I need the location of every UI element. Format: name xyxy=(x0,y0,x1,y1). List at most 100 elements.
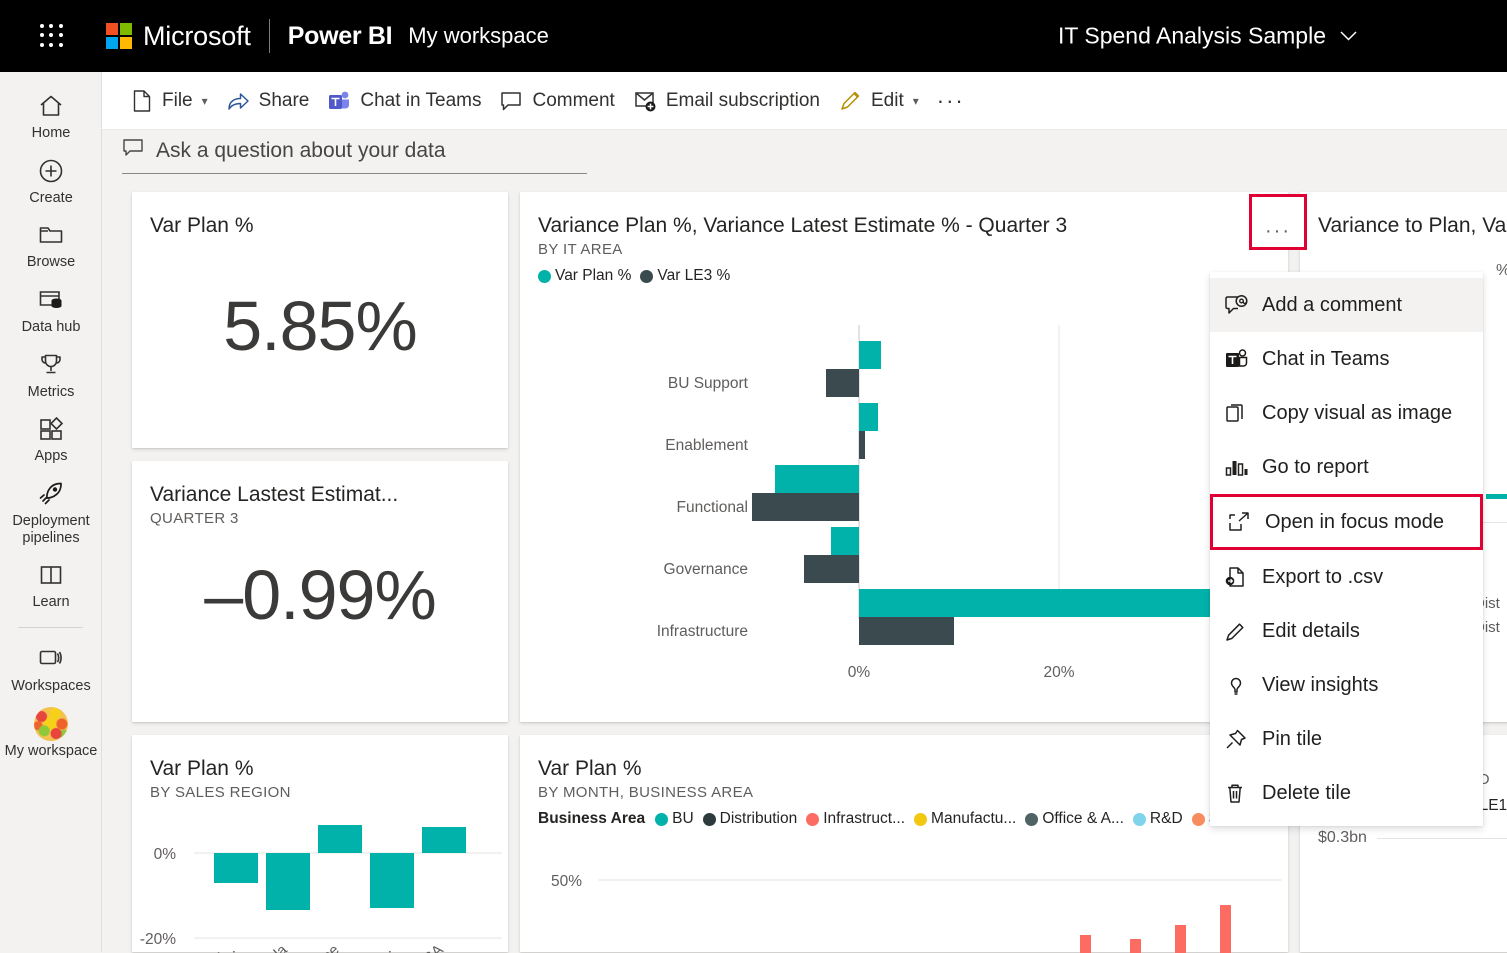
ellipsis-icon: ··· xyxy=(1265,220,1291,242)
email-subscription-button[interactable]: Email subscription xyxy=(624,80,829,122)
legend-swatch-icon xyxy=(1025,812,1039,826)
legend-item-bu[interactable]: BU xyxy=(655,810,694,828)
legend-item-rnd[interactable]: R&D xyxy=(1132,810,1183,828)
menu-item-add-a-comment[interactable]: Add a comment xyxy=(1210,278,1483,332)
tile-subtitle: BY IT AREA xyxy=(538,241,623,258)
sidebar-item-metrics[interactable]: Metrics xyxy=(0,343,102,408)
menu-item-go-to-report[interactable]: Go to report xyxy=(1210,440,1483,494)
menu-item-chat-in-teams[interactable]: Chat in Teams xyxy=(1210,332,1483,386)
svg-text:Functional: Functional xyxy=(676,499,748,516)
breadcrumb-workspace[interactable]: My workspace xyxy=(408,23,549,49)
tile-variance-plan-by-it-area[interactable]: Variance Plan %, Variance Latest Estimat… xyxy=(520,192,1307,722)
legend-item-var-plan[interactable]: Var Plan % xyxy=(538,267,631,285)
qna-input-wrapper[interactable]: Ask a question about your data xyxy=(122,138,587,174)
legend-item-infrastructure[interactable]: Infrastruct... xyxy=(806,810,905,828)
menu-item-label: Add a comment xyxy=(1262,293,1403,316)
legend-swatch-icon xyxy=(1191,812,1205,826)
legend-label: Distribution xyxy=(719,810,798,827)
menu-item-export-to-csv[interactable]: Export to .csv xyxy=(1210,550,1483,604)
edit-button[interactable]: Edit ▾ xyxy=(829,80,928,122)
bar-chart-icon xyxy=(1224,456,1258,479)
trophy-icon xyxy=(37,350,65,380)
lightbulb-icon xyxy=(1224,674,1258,697)
tile-var-plan-card[interactable]: Var Plan % 5.85% xyxy=(132,192,508,448)
apps-icon xyxy=(37,414,65,444)
legend-swatch-icon xyxy=(1132,812,1146,826)
comment-icon xyxy=(122,138,144,163)
legend-item-var-le3[interactable]: Var LE3 % xyxy=(640,267,730,285)
file-label: File xyxy=(162,89,193,111)
sidebar-item-home[interactable]: Home xyxy=(0,84,102,149)
microsoft-wordmark: Microsoft xyxy=(143,20,251,51)
menu-item-open-in-focus-mode[interactable]: Open in focus mode xyxy=(1210,494,1483,550)
share-label: Share xyxy=(258,89,310,111)
sidebar-item-apps[interactable]: Apps xyxy=(0,407,102,472)
file-icon xyxy=(131,89,153,113)
legend-swatch-icon xyxy=(655,812,669,826)
svg-text:-20%: -20% xyxy=(140,931,176,948)
ellipsis-icon: ··· xyxy=(936,87,965,113)
microsoft-logo[interactable]: Microsoft xyxy=(106,21,251,52)
it-area-bar-chart: BU Support Enablement Functional Governa… xyxy=(657,325,1288,681)
legend-item-distribution[interactable]: Distribution xyxy=(702,810,798,828)
share-button[interactable]: Share xyxy=(217,80,319,122)
sidebar-item-deployment-pipelines[interactable]: Deployment pipelines xyxy=(0,472,102,553)
pencil-icon xyxy=(838,89,862,113)
tile-variance-latest-estimate-card[interactable]: Variance Lastest Estimat... QUARTER 3 –0… xyxy=(132,461,508,722)
more-options-button[interactable]: ··· xyxy=(928,80,974,122)
sidebar-item-create[interactable]: Create xyxy=(0,149,102,214)
month-business-area-bar-chart: 50% xyxy=(551,873,1282,953)
folder-icon xyxy=(37,220,65,250)
teal-line-segment xyxy=(1486,494,1507,499)
file-menu-button[interactable]: File ▾ xyxy=(122,80,217,122)
tile-title: Variance Lastest Estimat... xyxy=(150,483,399,506)
sidebar-label-learn: Learn xyxy=(32,594,70,611)
menu-item-label: Export to .csv xyxy=(1262,565,1384,588)
legend-label: Var LE3 % xyxy=(657,267,731,284)
menu-item-label: Pin tile xyxy=(1262,727,1323,750)
comment-button[interactable]: Comment xyxy=(490,80,623,122)
sidebar-item-my-workspace[interactable]: My workspace xyxy=(0,702,102,767)
email-subscription-icon xyxy=(633,89,657,113)
tile-title: Var Plan % xyxy=(150,214,254,237)
tile-var-plan-by-month-business-area[interactable]: Var Plan % BY MONTH, BUSINESS AREA Busin… xyxy=(520,735,1288,953)
svg-text:A...: A... xyxy=(367,941,395,953)
sidebar-item-browse[interactable]: Browse xyxy=(0,213,102,278)
powerbi-brand[interactable]: Power BI xyxy=(288,22,393,51)
legend-item-office[interactable]: Office & A... xyxy=(1025,810,1124,828)
svg-text:...ope: ...ope xyxy=(303,941,342,953)
tile-title: Variance to Plan, Va xyxy=(1318,214,1507,237)
sidebar-label-home: Home xyxy=(31,125,71,141)
chevron-down-icon: ▾ xyxy=(201,93,208,108)
svg-text:20%: 20% xyxy=(1043,664,1074,681)
tile-subtitle: QUARTER 3 xyxy=(150,510,239,527)
sidebar-item-data-hub[interactable]: Data hub xyxy=(0,278,102,343)
svg-text:0%: 0% xyxy=(154,846,177,863)
chart-legend: Business Area BU Distribution Infrastruc… xyxy=(538,810,1288,828)
menu-item-pin-tile[interactable]: Pin tile xyxy=(1210,712,1483,766)
chat-in-teams-button[interactable]: Chat in Teams xyxy=(318,80,490,122)
sidebar-item-workspaces[interactable]: Workspaces xyxy=(0,637,102,702)
top-navigation-bar: Microsoft Power BI My workspace IT Spend… xyxy=(0,0,1507,72)
legend-label: Office & A... xyxy=(1042,810,1124,827)
svg-text:...d...: ...d... xyxy=(203,941,239,953)
menu-item-copy-visual-as-image[interactable]: Copy visual as image xyxy=(1210,386,1483,440)
report-title-dropdown[interactable]: IT Spend Analysis Sample xyxy=(1058,23,1357,50)
menu-item-label: Open in focus mode xyxy=(1265,510,1444,533)
chevron-down-icon xyxy=(1340,26,1357,46)
menu-item-delete-tile[interactable]: Delete tile xyxy=(1210,766,1483,820)
tile-title: Var Plan % xyxy=(538,757,642,780)
rocket-icon xyxy=(37,479,65,509)
app-launcher-icon[interactable] xyxy=(28,12,76,60)
sidebar-label-browse: Browse xyxy=(26,254,76,271)
tile-more-options-button[interactable]: ··· xyxy=(1249,194,1307,250)
legend-item-manufacturing[interactable]: Manufactu... xyxy=(914,810,1016,828)
left-navigation-sidebar: Home Create Browse Data hub Metrics Apps… xyxy=(0,72,102,952)
tile-var-plan-by-sales-region[interactable]: Var Plan % BY SALES REGION 0% -20% ...d.… xyxy=(132,735,508,953)
menu-item-view-insights[interactable]: View insights xyxy=(1210,658,1483,712)
menu-item-edit-details[interactable]: Edit details xyxy=(1210,604,1483,658)
menu-item-label: View insights xyxy=(1262,673,1379,696)
menu-item-label: Edit details xyxy=(1262,619,1360,642)
book-icon xyxy=(37,560,65,590)
sidebar-item-learn[interactable]: Learn xyxy=(0,553,102,618)
